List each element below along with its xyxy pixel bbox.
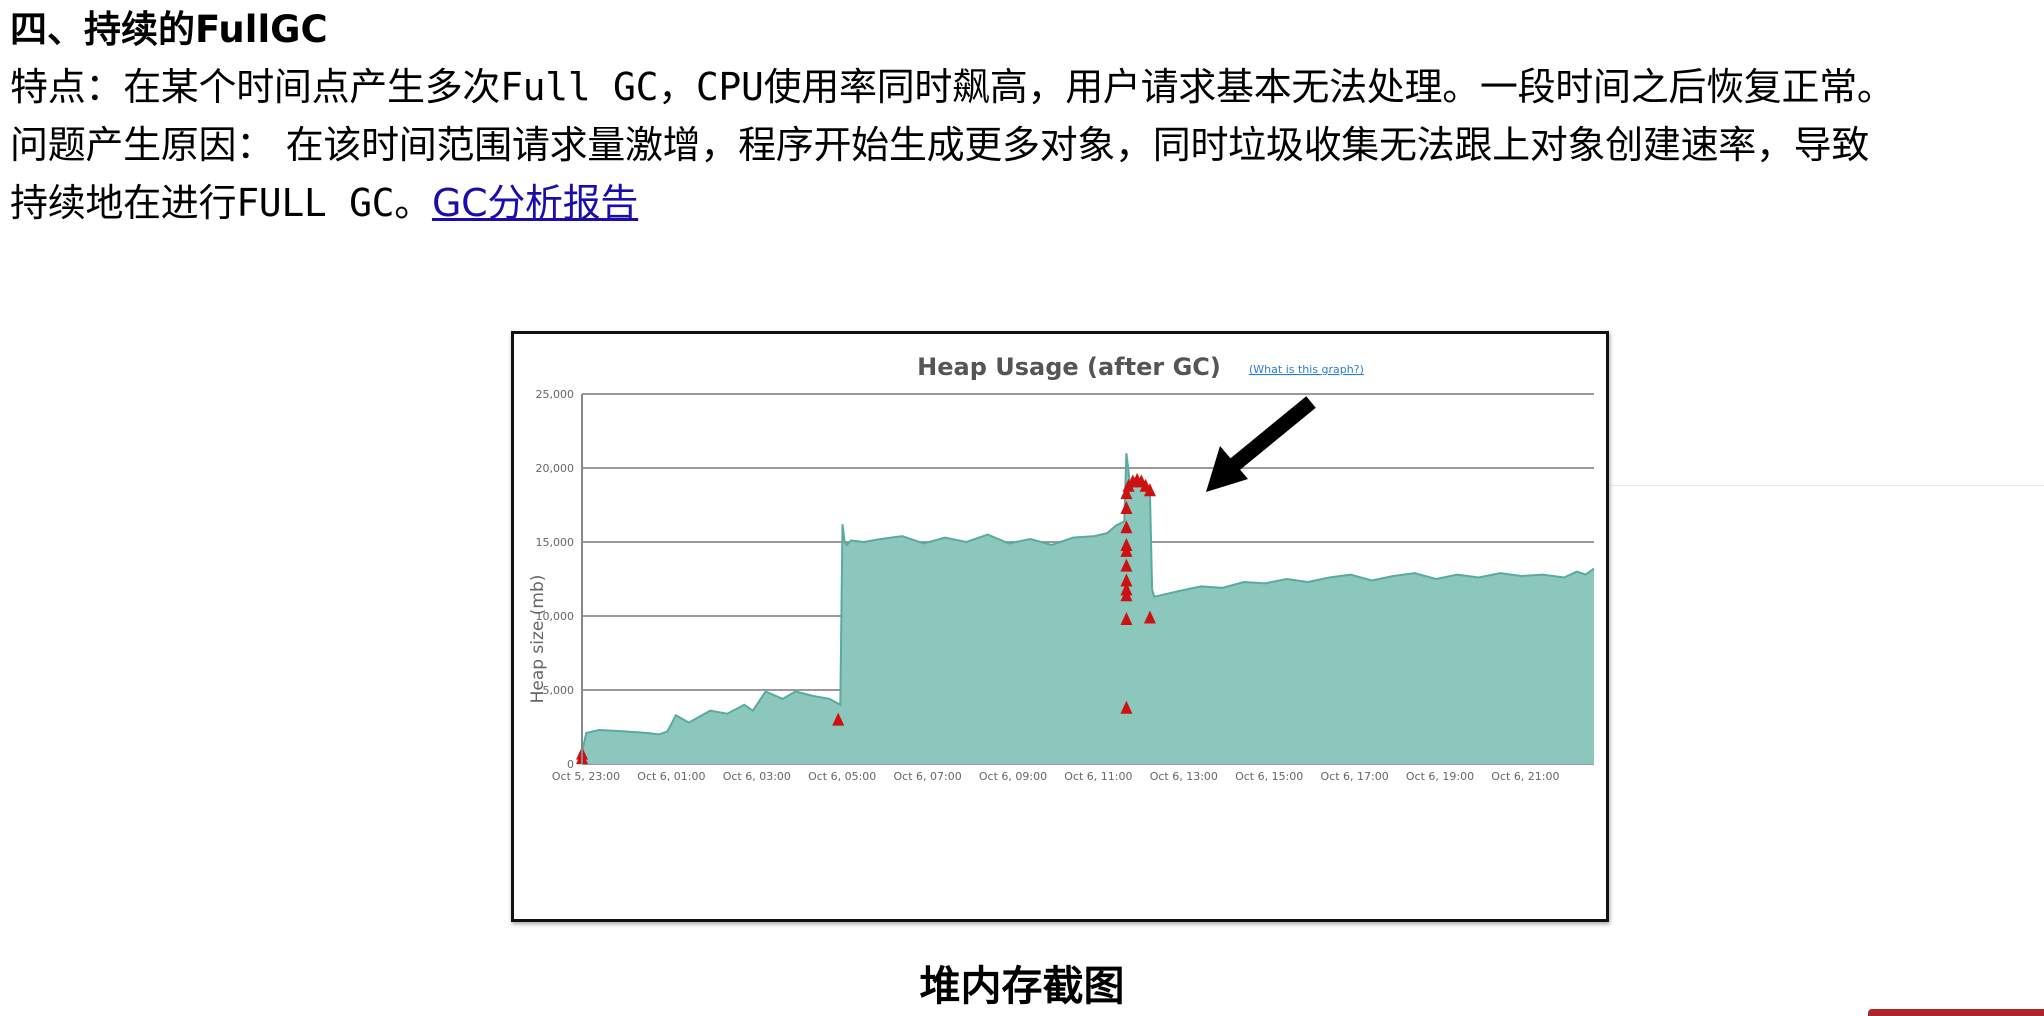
characteristics-comma: ， bbox=[658, 65, 696, 109]
x-tick-label: Oct 6, 09:00 bbox=[979, 770, 1047, 783]
annotation-arrow-icon bbox=[1206, 396, 1316, 492]
x-tick-label: Oct 6, 21:00 bbox=[1491, 770, 1559, 783]
y-tick-label: 20,000 bbox=[536, 462, 575, 475]
x-tick-label: Oct 6, 11:00 bbox=[1064, 770, 1132, 783]
cause-line-1: 问题产生原因： 在该时间范围请求量激增，程序开始生成更多对象，同时垃圾收集无法跟… bbox=[10, 123, 1870, 167]
cpu-term: CPU bbox=[695, 65, 764, 109]
cause-line2-prefix: 持续地在进行 bbox=[10, 181, 237, 225]
x-tick-label: Oct 6, 17:00 bbox=[1320, 770, 1388, 783]
x-tick-label: Oct 6, 07:00 bbox=[893, 770, 961, 783]
corner-accent-bar bbox=[1868, 1009, 2044, 1016]
chart-svg: 05,00010,00015,00020,00025,000Oct 5, 23:… bbox=[528, 353, 1595, 783]
x-tick-label: Oct 6, 01:00 bbox=[637, 770, 705, 783]
y-tick-label: 25,000 bbox=[536, 388, 575, 401]
x-tick-label: Oct 6, 19:00 bbox=[1406, 770, 1474, 783]
divider-line bbox=[1611, 485, 2044, 486]
heap-usage-area bbox=[582, 453, 1594, 764]
y-tick-label: 15,000 bbox=[536, 536, 575, 549]
x-tick-label: Oct 6, 13:00 bbox=[1150, 770, 1218, 783]
cause-period: 。 bbox=[394, 181, 432, 225]
characteristics-prefix: 特点：在某个时间点产生多次 bbox=[10, 65, 501, 109]
chart-area-layer bbox=[581, 453, 1595, 764]
chart-title: Heap Usage (after GC) bbox=[917, 353, 1221, 381]
x-tick-label: Oct 6, 05:00 bbox=[808, 770, 876, 783]
characteristics-paragraph: 特点：在某个时间点产生多次Full GC，CPU使用率同时飙高，用户请求基本无法… bbox=[10, 58, 1895, 116]
section-title: 四、持续的FullGC bbox=[10, 8, 328, 51]
full-gc-term: Full GC bbox=[500, 65, 659, 109]
x-tick-label: Oct 5, 23:00 bbox=[552, 770, 620, 783]
y-axis-label: Heap size (mb) bbox=[528, 575, 548, 704]
chart-help-link[interactable]: (What is this graph?) bbox=[1249, 363, 1364, 376]
figure-caption: 堆内存截图 bbox=[919, 962, 1125, 1010]
characteristics-suffix: 使用率同时飙高，用户请求基本无法处理。一段时间之后恢复正常。 bbox=[763, 65, 1895, 109]
heap-usage-chart: 0 5,000 10,000 15,000 20,000 25,000 Oct 5, 23:… bbox=[511, 331, 1609, 922]
full-gc-upper-term: FULL GC bbox=[236, 181, 395, 225]
gc-report-link[interactable]: GC分析报告 bbox=[432, 181, 638, 225]
x-tick-label: Oct 6, 15:00 bbox=[1235, 770, 1303, 783]
x-tick-label: Oct 6, 03:00 bbox=[723, 770, 791, 783]
cause-line-2: 持续地在进行FULL GC。GC分析报告 bbox=[10, 174, 638, 232]
